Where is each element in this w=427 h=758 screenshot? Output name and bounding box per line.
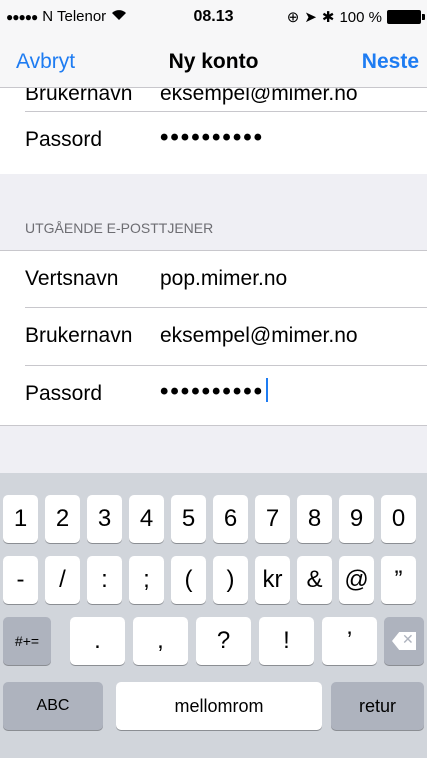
status-bar: ●●●●● N Telenor 08.13 ⊕ ➤ ✱ 100 % [0,0,427,34]
key-9[interactable]: 9 [339,495,374,543]
outgoing-host-row[interactable]: Vertsnavn pop.mimer.no [0,250,427,308]
outgoing-password-dots: •••••••••• [160,378,265,405]
key-at[interactable]: @ [339,556,374,604]
outgoing-username-row[interactable]: Brukernavn eksempel@mimer.no [0,308,427,366]
outgoing-username-label: Brukernavn [25,324,133,347]
key-question[interactable]: ? [196,617,251,665]
alarm-icon: ⊕ [286,9,300,26]
text-cursor [266,378,269,402]
bluetooth-icon: ✱ [321,9,335,26]
key-close-paren[interactable]: ) [213,556,248,604]
key-period[interactable]: . [70,617,125,665]
navigation-bar: Avbryt Ny konto Neste [0,42,427,82]
incoming-password-label: Passord [25,128,103,151]
outgoing-username-field[interactable]: eksempel@mimer.no [160,324,358,348]
key-ampersand[interactable]: & [297,556,332,604]
key-apostrophe[interactable]: ’ [322,617,377,665]
outgoing-password-row[interactable]: Passord •••••••••• [0,366,427,426]
status-right: ⊕ ➤ ✱ 100 % [286,8,425,26]
key-more-symbols[interactable]: #+= [3,617,51,665]
keyboard: 1 2 3 4 5 6 7 8 9 0 - / : ; ( ) kr & @ ”… [0,473,427,758]
key-comma[interactable]: , [133,617,188,665]
next-button[interactable]: Neste [362,50,419,74]
outgoing-password-label: Passord [25,382,103,405]
key-6[interactable]: 6 [213,495,248,543]
backspace-icon: ✕ [392,632,416,650]
key-4[interactable]: 4 [129,495,164,543]
key-open-paren[interactable]: ( [171,556,206,604]
key-hyphen[interactable]: - [3,556,38,604]
battery-percent: 100 % [339,8,382,26]
key-7[interactable]: 7 [255,495,290,543]
outgoing-host-field[interactable]: pop.mimer.no [160,267,287,291]
key-slash[interactable]: / [45,556,80,604]
outgoing-password-field[interactable]: •••••••••• [160,378,269,406]
backspace-key[interactable]: ✕ [384,617,424,665]
key-5[interactable]: 5 [171,495,206,543]
key-0[interactable]: 0 [381,495,416,543]
key-8[interactable]: 8 [297,495,332,543]
battery-icon [387,10,425,24]
key-semicolon[interactable]: ; [129,556,164,604]
incoming-password-row[interactable]: Passord •••••••••• [0,112,427,174]
outgoing-host-label: Vertsnavn [25,267,119,290]
space-key[interactable]: mellomrom [116,682,322,730]
key-1[interactable]: 1 [3,495,38,543]
incoming-password-field[interactable]: •••••••••• [160,124,264,152]
return-key[interactable]: retur [331,682,424,730]
key-2[interactable]: 2 [45,495,80,543]
top-bar: ●●●●● N Telenor 08.13 ⊕ ➤ ✱ 100 % Avbryt… [0,0,427,88]
key-3[interactable]: 3 [87,495,122,543]
location-icon: ➤ [304,9,317,26]
key-colon[interactable]: : [87,556,122,604]
key-kr[interactable]: kr [255,556,290,604]
key-quote[interactable]: ” [381,556,416,604]
outgoing-section-header: UTGÅENDE E-POSTTJENER [25,220,214,236]
key-exclamation[interactable]: ! [259,617,314,665]
key-abc[interactable]: ABC [3,682,103,730]
